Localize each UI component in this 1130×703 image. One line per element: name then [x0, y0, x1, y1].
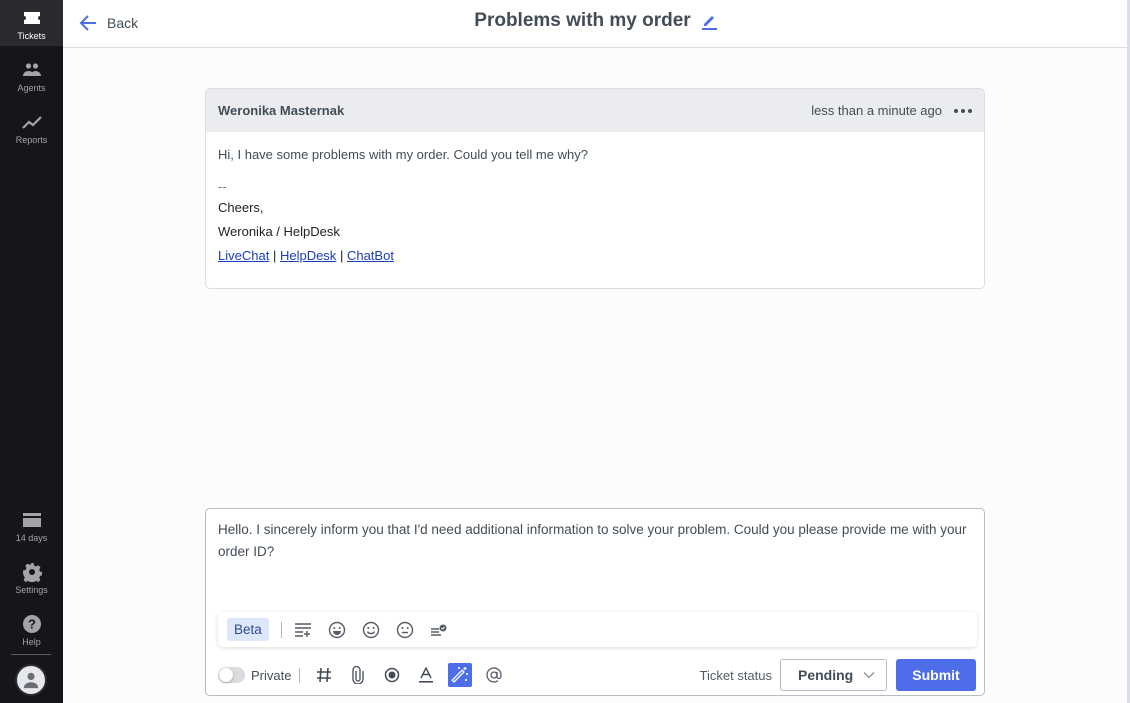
sidebar-item-label: Settings	[15, 585, 48, 595]
sidebar-item-reports[interactable]: Reports	[0, 104, 63, 150]
sidebar-item-label: Tickets	[17, 31, 46, 41]
ticket-status-label: Ticket status	[699, 667, 772, 683]
card-icon	[22, 513, 41, 527]
edit-title-button[interactable]	[701, 12, 717, 30]
ticket-icon	[23, 12, 40, 24]
grin-icon[interactable]	[326, 619, 348, 641]
composer-toolbar: Private Ticket status Pending Submit	[218, 659, 976, 691]
signature-line: Cheers,	[218, 200, 264, 215]
chevron-down-icon	[863, 672, 875, 679]
magic-wand-icon[interactable]	[448, 663, 473, 687]
message-header: Weronika Masternak less than a minute ag…	[206, 89, 984, 132]
ticket-status-value: Pending	[798, 667, 854, 683]
top-header: Back Problems with my order	[63, 0, 1128, 48]
reply-composer: Hello. I sincerely inform you that I'd n…	[205, 508, 985, 696]
dot-icon	[968, 108, 972, 113]
signature-dash: --	[218, 179, 227, 194]
smile-icon[interactable]	[360, 619, 382, 641]
reply-input[interactable]: Hello. I sincerely inform you that I'd n…	[218, 519, 968, 563]
record-icon[interactable]	[380, 663, 404, 687]
signature-line: Weronika / HelpDesk	[218, 224, 340, 239]
text-format-icon[interactable]	[414, 663, 438, 687]
mention-icon[interactable]	[482, 663, 506, 687]
message-time: less than a minute ago	[811, 103, 942, 118]
sidebar-item-tickets[interactable]: Tickets	[0, 0, 63, 46]
sidebar: Tickets Agents Reports 14 days Settings …	[0, 0, 63, 703]
beta-badge: Beta	[227, 618, 269, 641]
dot-icon	[961, 108, 965, 113]
neutral-face-icon[interactable]	[394, 619, 416, 641]
gear-icon	[22, 563, 42, 582]
submit-button[interactable]: Submit	[896, 659, 976, 691]
sidebar-item-agents[interactable]: Agents	[0, 52, 63, 98]
reports-icon	[21, 116, 42, 129]
sidebar-item-settings[interactable]: Settings	[0, 554, 63, 600]
svg-text:?: ?	[28, 617, 36, 632]
message-card: Weronika Masternak less than a minute ag…	[205, 88, 985, 289]
link-livechat[interactable]: LiveChat	[218, 248, 269, 263]
divider	[299, 667, 301, 683]
pencil-icon	[701, 16, 717, 30]
sidebar-item-label: 14 days	[15, 533, 48, 543]
link-separator: |	[339, 248, 344, 263]
sidebar-item-help[interactable]: ? Help	[0, 606, 63, 652]
proofread-icon[interactable]	[428, 619, 450, 641]
page-title: Problems with my order	[474, 10, 691, 31]
message-author: Weronika Masternak	[218, 103, 345, 118]
sidebar-item-trial[interactable]: 14 days	[0, 502, 63, 548]
avatar[interactable]	[15, 664, 47, 696]
signature-links: LiveChat | HelpDesk | ChatBot	[218, 244, 972, 268]
message-body: Hi, I have some problems with my order. …	[206, 132, 984, 282]
agents-icon	[22, 63, 41, 76]
attachment-icon[interactable]	[346, 663, 370, 687]
expand-text-icon[interactable]	[292, 619, 314, 641]
private-label: Private	[251, 667, 292, 683]
message-signature: -- Cheers, Weronika / HelpDesk LiveChat …	[218, 180, 972, 268]
sidebar-item-label: Agents	[17, 83, 46, 93]
link-helpdesk[interactable]: HelpDesk	[280, 248, 336, 263]
more-options-button[interactable]	[954, 105, 972, 117]
link-chatbot[interactable]: ChatBot	[347, 248, 394, 263]
help-icon: ?	[22, 615, 41, 633]
ticket-status-select[interactable]: Pending	[780, 659, 887, 691]
sidebar-divider	[11, 654, 51, 655]
sidebar-item-label: Reports	[15, 135, 48, 145]
divider	[280, 621, 282, 638]
link-separator: |	[272, 248, 277, 263]
hash-icon[interactable]	[312, 663, 336, 687]
message-text: Hi, I have some problems with my order. …	[218, 147, 588, 162]
private-toggle[interactable]	[218, 667, 245, 683]
sidebar-item-label: Help	[22, 637, 41, 647]
dot-icon	[954, 108, 958, 113]
ai-assist-bar: Beta	[218, 612, 977, 647]
user-avatar-icon	[23, 672, 39, 689]
